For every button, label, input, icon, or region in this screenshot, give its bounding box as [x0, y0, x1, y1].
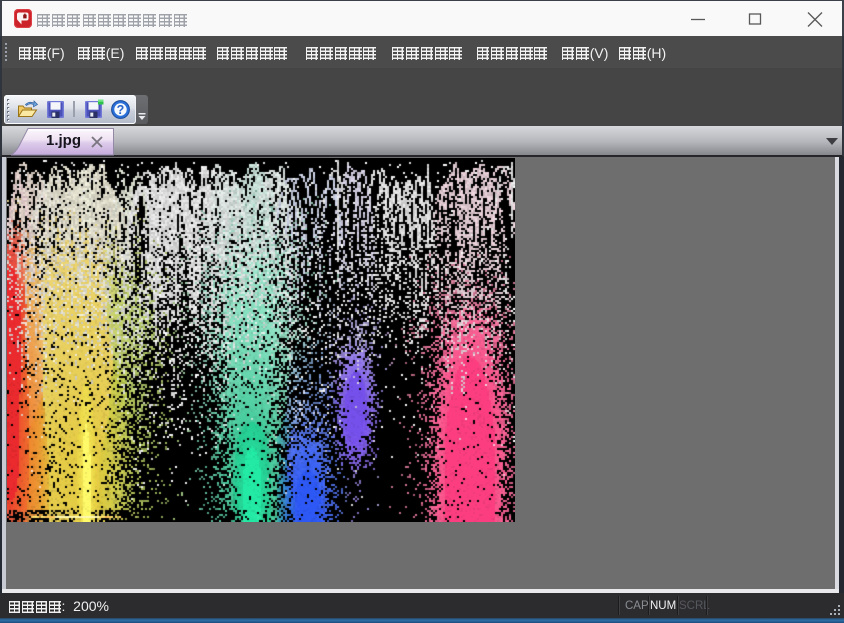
- svg-text:?: ?: [117, 103, 125, 117]
